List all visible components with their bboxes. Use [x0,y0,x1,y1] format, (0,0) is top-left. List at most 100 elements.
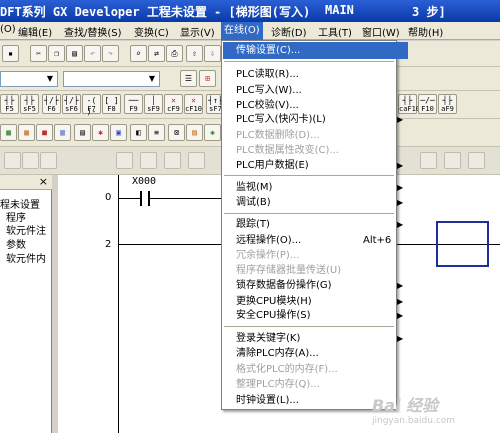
menu-view[interactable]: 显示(V) [180,24,215,39]
used-device-icon[interactable]: ▨ [186,124,203,141]
find-icon[interactable]: ⌕ [130,45,147,62]
menu-tools[interactable]: 工具(T) [318,24,352,39]
program-name: MAIN [325,3,354,17]
menu-item-arrange-plc-memory: 整理PLC内存(Q)... [236,379,320,390]
cut-icon[interactable]: ✂ [30,45,47,62]
menu-separator [224,175,394,176]
application-instruction-button[interactable]: [ ] F8 [102,94,121,114]
sfc-extra2-icon[interactable] [444,152,461,169]
menu-item-trace[interactable]: 跟踪(T) ▶ [236,216,403,233]
submenu-arrow-icon: ▶ [397,311,404,320]
save-icon[interactable]: ▪ [2,45,19,62]
cursor-box[interactable] [436,221,489,267]
redo-icon[interactable]: ↷ [102,45,119,62]
program-list-icon[interactable]: ≡ [148,124,165,141]
menu-help[interactable]: 帮助(H) [408,24,443,39]
menu-convert[interactable]: 变换(C) [134,24,169,39]
paste-icon[interactable]: ▤ [66,45,83,62]
project-panel: × 程未设置 程序 软元件注 参数 软元件内 [0,175,52,433]
vertical-line-button[interactable]: │ sF9 [144,94,163,114]
horizontal-line-button[interactable]: ── F9 [124,94,143,114]
buffer-memory-icon[interactable]: ▣ [110,124,127,141]
close-icon[interactable]: × [39,175,48,188]
contact-left-bar [140,191,142,206]
menu-item-clear-plc-memory[interactable]: 清除PLC内存(A)... [236,345,396,362]
watermark-logo: Bai 经验 jingyan.baidu.com [372,392,455,426]
submenu-arrow-icon: ▶ [397,161,404,170]
sfc-transition-icon[interactable] [22,152,39,169]
comment-icon[interactable]: ☰ [180,70,197,87]
tree-item-device-comment[interactable]: 软元件注 [6,222,46,237]
chevron-down-icon: ▼ [148,74,156,83]
read-plc-icon[interactable]: ⇩ [204,45,221,62]
sfc-end-icon[interactable] [188,152,205,169]
copy-icon[interactable]: ❐ [48,45,65,62]
device-test-icon[interactable]: ✱ [92,124,109,141]
step-number-0: 0 [105,192,112,203]
monitor-icon[interactable]: ▦ [0,124,17,141]
submenu-arrow-icon: ▶ [397,220,404,229]
closed-contact-button[interactable]: ┤/├ F6 [42,94,61,114]
watermark-text: Bai 经验 [372,396,439,415]
step-number-2: 2 [105,239,112,250]
menu-bar: (O) 编辑(E) 查找/替换(S) 变换(C) 显示(V) 在线(O) 诊断(… [0,22,500,40]
watermark-url: jingyan.baidu.com [372,416,456,426]
print-icon[interactable]: ⎙ [166,45,183,62]
device-batch-icon[interactable]: ▥ [54,124,71,141]
invert-button[interactable]: ─/─ F10 [418,94,437,114]
menu-separator [224,213,394,214]
menu-item-debug[interactable]: 调试(B) ▶ [236,194,403,211]
rung-wire [118,198,140,199]
submenu-arrow-icon: ▶ [397,281,404,290]
sampling-trace-icon[interactable]: ◧ [130,124,147,141]
menu-item-transfer-setup[interactable]: 传输设置(C)... [223,42,408,59]
menu-item-plc-user-data[interactable]: PLC用户数据(E) ▶ [236,157,403,174]
menu-item-latch-backup[interactable]: 锁存数据备份操作(G) ▶ [236,277,403,294]
menu-item-plc-write-flash[interactable]: PLC写入(快闪卡)(L) ▶ [236,111,403,128]
cross-reference-icon[interactable]: ⊠ [168,124,185,141]
menu-diagnostics[interactable]: 诊断(D) [271,24,307,39]
submenu-arrow-icon: ▶ [397,334,404,343]
menu-window[interactable]: 窗口(W) [362,24,400,39]
menu-online[interactable]: 在线(O) [221,22,263,40]
parallel-open-contact-button[interactable]: ┤├ sF5 [20,94,39,114]
program-select[interactable]: ▼ [0,71,58,87]
sfc-step-icon[interactable] [4,152,21,169]
statement-icon[interactable]: ⊞ [199,70,216,87]
window-title: DFT系列 GX Developer 工程未设置 - [梯形图(写入) [0,5,311,19]
monitor-stop-icon[interactable]: ■ [36,124,53,141]
entry-monitor-icon[interactable]: ▤ [74,124,91,141]
menu-item-safety-cpu[interactable]: 安全CPU操作(S) ▶ [236,307,403,324]
submenu-arrow-icon: ▶ [397,115,404,124]
chevron-down-icon: ▼ [46,74,54,83]
left-bus-bar [118,175,119,433]
tree-item-parameter[interactable]: 参数 [6,236,26,251]
sfc-branch-icon[interactable] [116,152,133,169]
menu-item-plc-read[interactable]: PLC读取(R)... [236,66,396,83]
menu-separator [224,326,394,327]
sfc-icon[interactable]: ◈ [204,124,221,141]
menu-find-replace[interactable]: 查找/替换(S) [64,24,122,39]
monitor-write-icon[interactable]: ▦ [18,124,35,141]
replace-icon[interactable]: ⇄ [148,45,165,62]
write-plc-icon[interactable]: ⇧ [186,45,203,62]
sfc-extra3-icon[interactable] [468,152,485,169]
delete-horizontal-button[interactable]: × cF9 [164,94,183,114]
parallel-closed-contact-button[interactable]: ┤/├ sF6 [62,94,81,114]
operation-result-button[interactable]: ┤├ aF9 [438,94,457,114]
sfc-selection-icon[interactable] [140,152,157,169]
coil-button[interactable]: -( )- F7 [82,94,101,116]
contact-device-label: X000 [132,176,157,187]
project-panel-header: × [0,175,52,190]
device-select[interactable]: ▼ [63,71,160,87]
title-bar: DFT系列 GX Developer 工程未设置 - [梯形图(写入) MAIN… [0,0,500,22]
tree-item-device-memory[interactable]: 软元件内 [6,250,46,265]
rung-wire [150,198,221,199]
sfc-parallel-icon[interactable] [164,152,181,169]
undo-icon[interactable]: ↶ [84,45,101,62]
delete-vertical-button[interactable]: × cF10 [184,94,203,114]
menu-edit[interactable]: 编辑(E) [18,24,52,39]
menu-partial[interactable]: (O) [0,24,16,35]
sfc-extra-icon[interactable] [420,152,437,169]
sfc-jump-icon[interactable] [40,152,57,169]
